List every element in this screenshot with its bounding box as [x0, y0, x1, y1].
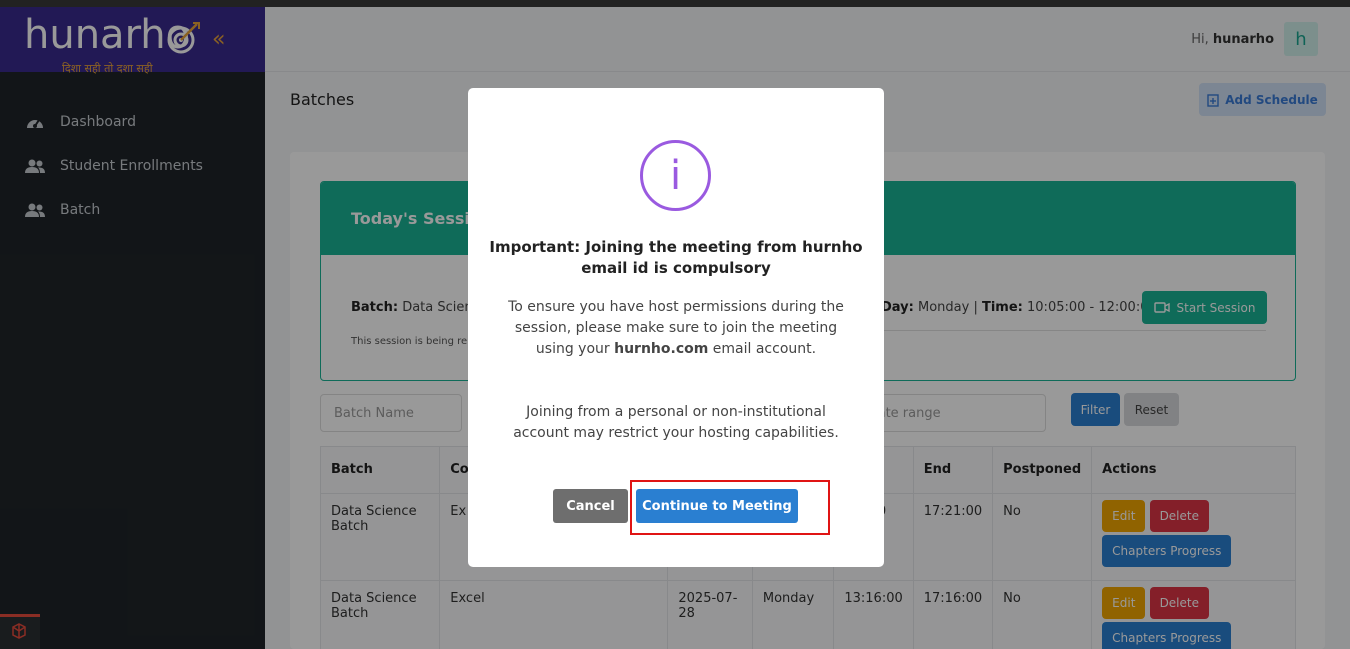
dialog-warning: Joining from a personal or non-instituti… [513, 404, 839, 441]
info-icon: i [640, 140, 711, 211]
domain-text: hurnho.com [614, 341, 709, 357]
highlight-annotation [630, 480, 830, 535]
cancel-button[interactable]: Cancel [553, 489, 628, 523]
dialog-title: Important: Joining the meeting from hurn… [489, 238, 863, 277]
message-text: email account. [712, 341, 817, 357]
dialog-message: To ensure you have host permissions duri… [506, 297, 846, 360]
